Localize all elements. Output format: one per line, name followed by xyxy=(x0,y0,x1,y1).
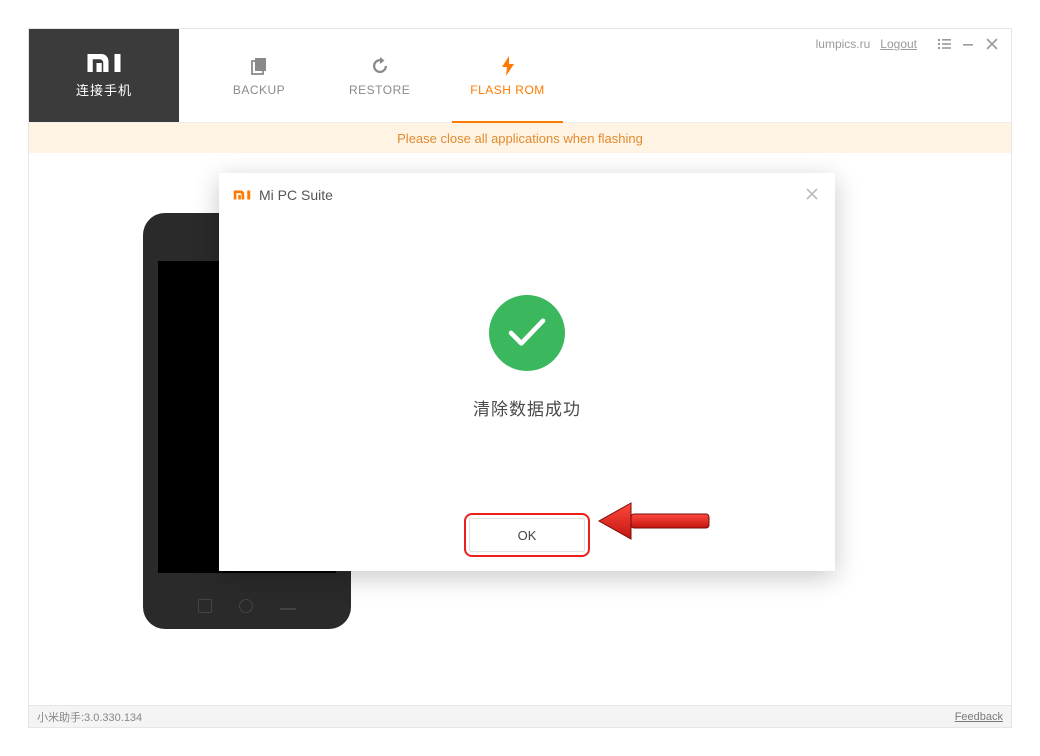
mi-logo-icon xyxy=(86,52,122,74)
phone-nav-icons xyxy=(143,599,351,613)
dialog-title: Mi PC Suite xyxy=(259,187,333,203)
window-controls xyxy=(937,37,999,51)
sidebar-connect-label: 连接手机 xyxy=(76,80,132,99)
logout-link[interactable]: Logout xyxy=(880,37,917,51)
main-body: MI Mi PC Suite 清除数据成功 xyxy=(29,153,1011,705)
header: 连接手机 BACKUP RESTORE FLASH ROM xyxy=(29,29,1011,123)
app-window: 连接手机 BACKUP RESTORE FLASH ROM xyxy=(28,28,1012,728)
warning-banner: Please close all applications when flash… xyxy=(29,123,1011,153)
feedback-link[interactable]: Feedback xyxy=(955,711,1003,723)
success-dialog: Mi PC Suite 清除数据成功 OK xyxy=(219,173,835,571)
window-close-icon[interactable] xyxy=(985,37,999,51)
tab-restore[interactable]: RESTORE xyxy=(349,29,410,122)
dialog-footer: OK xyxy=(219,499,835,571)
minimize-icon[interactable] xyxy=(961,37,975,51)
mi-small-icon xyxy=(233,189,251,201)
warning-text: Please close all applications when flash… xyxy=(397,131,643,146)
dialog-header: Mi PC Suite xyxy=(219,173,835,217)
ok-button[interactable]: OK xyxy=(469,518,585,552)
flash-icon xyxy=(497,55,519,77)
site-label: lumpics.ru xyxy=(816,37,871,51)
dialog-body: 清除数据成功 xyxy=(219,217,835,499)
backup-icon xyxy=(248,55,270,77)
version-label: 小米助手:3.0.330.134 xyxy=(37,709,142,725)
tab-flash-rom[interactable]: FLASH ROM xyxy=(470,29,545,122)
menu-icon[interactable] xyxy=(937,37,951,51)
restore-icon xyxy=(369,55,391,77)
dialog-message: 清除数据成功 xyxy=(473,395,581,420)
ok-highlight: OK xyxy=(464,513,590,557)
tab-flash-label: FLASH ROM xyxy=(470,83,545,97)
success-check-icon xyxy=(489,295,565,371)
tab-backup-label: BACKUP xyxy=(233,83,285,97)
sidebar-connect-tile[interactable]: 连接手机 xyxy=(29,29,179,122)
dialog-close-icon[interactable] xyxy=(803,185,821,203)
tab-backup[interactable]: BACKUP xyxy=(229,29,289,122)
tab-restore-label: RESTORE xyxy=(349,83,410,97)
top-right-controls: lumpics.ru Logout xyxy=(816,37,999,51)
status-bar: 小米助手:3.0.330.134 Feedback xyxy=(29,705,1011,727)
tabs: BACKUP RESTORE FLASH ROM xyxy=(179,29,545,122)
